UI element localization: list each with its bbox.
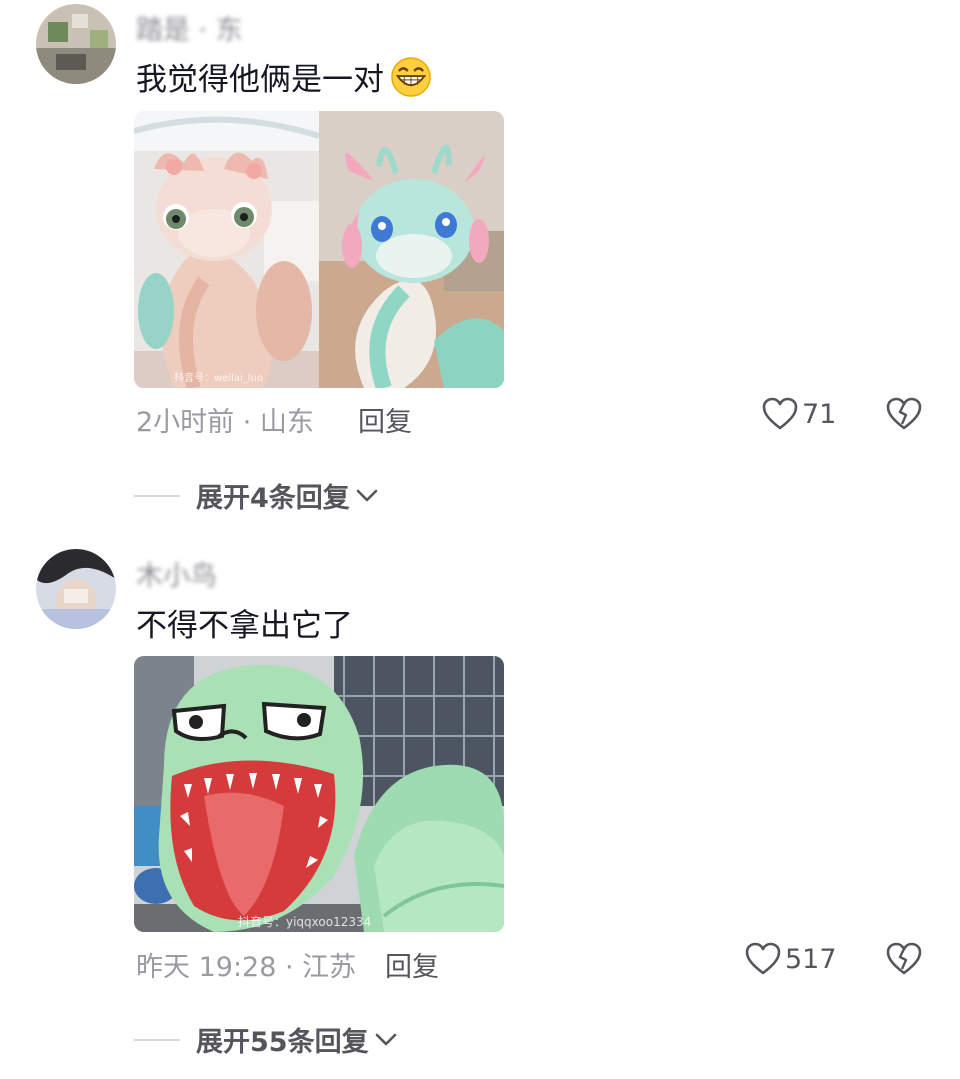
comment-item: 木小鸟 不得不拿出它了 抖音号：yiqqxoo12334 昨天 19:28 · … <box>0 540 960 1079</box>
image-watermark: 抖音号：weilai_luo <box>174 373 264 384</box>
divider-line <box>134 1038 180 1041</box>
comment-meta: 2小时前 · 山东 <box>136 407 314 438</box>
comment-text: 不得不拿出它了 <box>136 608 353 644</box>
broken-heart-icon <box>886 942 922 975</box>
divider-line <box>134 494 180 497</box>
comment-text: 我觉得他俩是一对 <box>136 54 432 99</box>
expand-replies-button[interactable]: 展开55条回复 <box>134 1020 397 1059</box>
comment-item: 踏是 · 东 我觉得他俩是一对 抖音号：weilai_luo 2小时前 · 山东… <box>0 0 960 520</box>
comment-image[interactable]: 抖音号：yiqqxoo12334 <box>134 656 504 932</box>
grin-emoji-icon <box>391 56 431 97</box>
like-button[interactable]: 71 <box>762 397 836 431</box>
like-count: 71 <box>802 398 837 430</box>
reply-button[interactable]: 回复 <box>385 945 439 984</box>
comment-image[interactable]: 抖音号：weilai_luo <box>134 111 504 388</box>
username[interactable]: 木小鸟 <box>136 554 217 593</box>
dislike-button[interactable] <box>886 397 922 435</box>
username[interactable]: 踏是 · 东 <box>136 8 243 47</box>
like-count: 517 <box>785 943 837 975</box>
heart-icon <box>745 942 781 975</box>
dislike-button[interactable] <box>886 942 922 980</box>
expand-replies-button[interactable]: 展开4条回复 <box>134 476 378 515</box>
avatar[interactable] <box>36 549 116 629</box>
chevron-down-icon <box>356 489 378 501</box>
comment-meta: 昨天 19:28 · 江苏 <box>136 952 357 983</box>
avatar[interactable] <box>36 4 116 84</box>
broken-heart-icon <box>886 397 922 430</box>
heart-icon <box>762 397 798 430</box>
chevron-down-icon <box>375 1033 396 1045</box>
reply-button[interactable]: 回复 <box>358 400 412 439</box>
like-button[interactable]: 517 <box>745 942 837 976</box>
image-watermark: 抖音号：yiqqxoo12334 <box>238 915 372 929</box>
